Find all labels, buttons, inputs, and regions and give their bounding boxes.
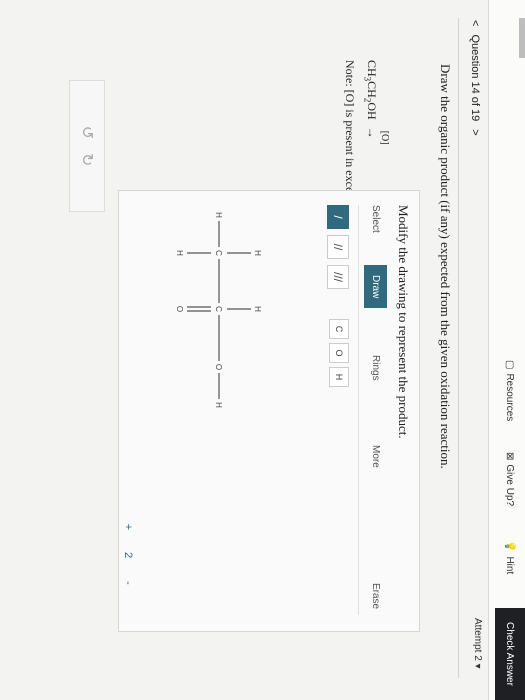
oxygen-atom-button[interactable]: O: [329, 343, 349, 363]
reactant-formula: CH3CH2OH: [362, 60, 379, 120]
atom-c1[interactable]: C: [214, 250, 223, 256]
reaction-arrow: →: [365, 126, 379, 139]
atom-o1[interactable]: O: [214, 364, 223, 370]
redo-icon[interactable]: ↻: [77, 153, 97, 166]
draw-tool[interactable]: Draw: [364, 265, 387, 309]
attempt-label: Attempt 2: [472, 618, 483, 661]
question-prompt: Draw the organic product (if any) expect…: [438, 64, 453, 469]
atom-h2[interactable]: H: [214, 402, 223, 408]
drawing-canvas[interactable]: H C C O H H H H O: [129, 205, 309, 615]
zoom-out-icon[interactable]: -: [121, 576, 135, 590]
erase-tool[interactable]: Erase: [370, 583, 381, 609]
undo-redo-controls: ↺ ↻: [69, 80, 105, 212]
zoom-controls: + 2 -: [121, 520, 135, 590]
give-up-link[interactable]: ⊠ Give Up?: [504, 452, 515, 506]
question-navigation: < Question 14 of 19 >: [469, 20, 481, 136]
carbon-atom-button[interactable]: C: [329, 319, 349, 339]
hydrogen-atom-button[interactable]: H: [329, 367, 349, 387]
reaction-equation: CH3CH2OH [O] →: [362, 60, 390, 145]
atom-buttons: C O H: [329, 319, 349, 387]
resources-icon: ▢: [504, 360, 515, 370]
atom-h1[interactable]: H: [214, 212, 223, 218]
single-bond-button[interactable]: /: [327, 205, 349, 229]
give-up-icon: ⊠: [504, 452, 515, 461]
attempt-indicator[interactable]: Attempt 2 ▾: [472, 618, 483, 669]
chevron-down-icon: ▾: [472, 663, 483, 669]
screen: ▢ Resources ⊠ Give Up? 💡 Hint Check Answ…: [0, 0, 525, 700]
atom-c2[interactable]: C: [214, 306, 223, 312]
top-scroll-thumb: [519, 18, 525, 58]
select-tool[interactable]: Select: [370, 205, 381, 233]
atom-h4[interactable]: H: [175, 250, 184, 256]
undo-icon[interactable]: ↺: [77, 126, 97, 139]
viewport: ▢ Resources ⊠ Give Up? 💡 Hint Check Answ…: [0, 0, 525, 700]
panel-title: Modify the drawing to represent the prod…: [396, 205, 411, 439]
rings-tool[interactable]: Rings: [370, 355, 381, 381]
resources-label: Resources: [504, 373, 515, 422]
drawing-toolbar: Select Draw Rings More Erase: [358, 205, 387, 615]
atom-h3[interactable]: H: [253, 250, 262, 256]
question-label: Question 14 of 19: [469, 34, 481, 122]
give-up-label: Give Up?: [504, 464, 515, 507]
zoom-in-icon[interactable]: +: [121, 520, 135, 534]
drawing-panel: Modify the drawing to represent the prod…: [118, 190, 420, 632]
divider: [458, 18, 459, 678]
atom-o2[interactable]: O: [175, 306, 184, 312]
zoom-reset-icon[interactable]: 2: [121, 548, 135, 562]
hint-label: Hint: [504, 556, 515, 575]
double-bond-button[interactable]: //: [327, 235, 349, 259]
prev-question-button[interactable]: <: [469, 20, 481, 26]
bond-buttons: / // ///: [327, 205, 349, 289]
more-tool[interactable]: More: [370, 445, 381, 468]
reaction-note: Note: [O] is present in excess.: [343, 60, 357, 205]
next-question-button[interactable]: >: [469, 129, 481, 135]
reagent-label: [O]: [379, 130, 390, 145]
resources-link[interactable]: ▢ Resources: [504, 360, 515, 421]
check-answer-button[interactable]: Check Answer: [495, 608, 525, 700]
atom-h5[interactable]: H: [253, 306, 262, 312]
hint-link[interactable]: 💡 Hint: [504, 540, 515, 574]
top-bar: ▢ Resources ⊠ Give Up? 💡 Hint Check Answ…: [488, 0, 525, 700]
triple-bond-button[interactable]: ///: [327, 265, 349, 289]
hint-icon: 💡: [504, 540, 515, 553]
